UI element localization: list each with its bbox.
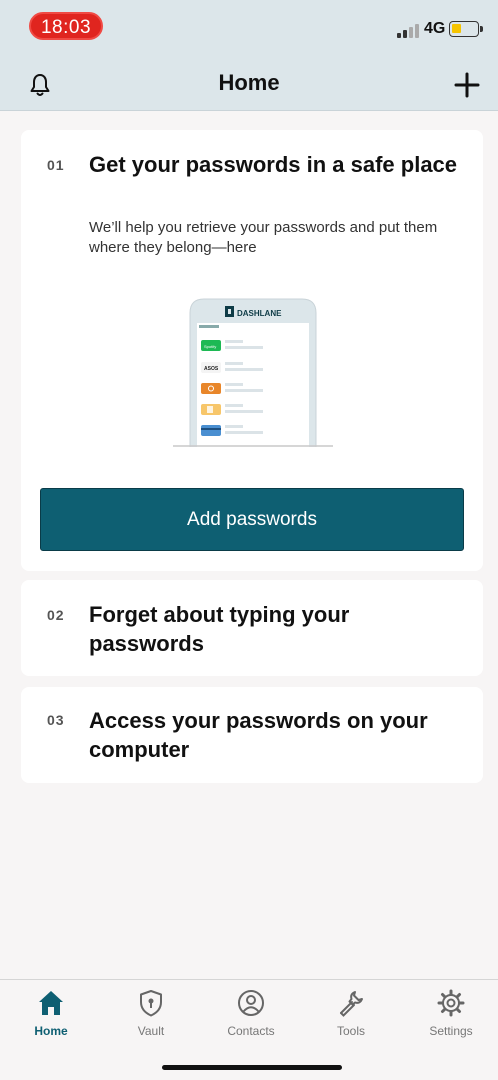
dashlane-phone-illustration: DASHLANE Spotify ASOS [173,298,333,447]
gear-icon [437,989,465,1017]
tab-label: Home [34,1024,68,1038]
step-number: 02 [47,607,65,623]
step-description: We’ll help you retrieve your passwords a… [89,219,438,256]
shield-icon [140,990,162,1017]
battery-icon [449,21,483,37]
step-title: Get your passwords in a safe place [89,152,458,177]
wrench-icon [340,991,363,1017]
tab-vault[interactable]: Vault [111,988,191,1038]
tab-label: Contacts [227,1024,275,1038]
illustration-item-asos: ASOS [204,366,219,372]
step-title: Access your passwords on your computer [89,708,428,762]
status-bar: 18:03 4G [0,0,498,56]
network-type: 4G [424,20,446,37]
signal-icon [397,22,421,38]
tab-label: Vault [137,1024,165,1038]
page-title: Home [218,70,280,95]
illustration-brand: DASHLANE [237,309,282,318]
step-card-1: 01 Get your passwords in a safe place We… [21,130,483,571]
illustration-item-spotify: Spotify [204,344,216,349]
step-card-2[interactable]: 02 Forget about typing your passwords [21,580,483,676]
step-card-3[interactable]: 03 Access your passwords on your compute… [21,687,483,783]
home-icon [39,991,63,1015]
tab-label: Settings [429,1024,473,1038]
tab-label: Tools [336,1024,365,1038]
tab-contacts[interactable]: Contacts [211,988,291,1038]
status-time: 18:03 [29,12,103,40]
tab-tools[interactable]: Tools [311,988,391,1038]
step-title: Forget about typing your passwords [89,602,350,656]
plus-icon[interactable] [454,72,480,98]
step-number: 03 [47,712,65,728]
add-passwords-button[interactable]: Add passwords [40,488,464,551]
home-indicator [162,1065,342,1070]
contact-icon [238,990,264,1016]
tab-home[interactable]: Home [11,988,91,1038]
top-nav-bar: Home [0,56,498,111]
tab-settings[interactable]: Settings [411,988,491,1038]
step-number: 01 [47,157,65,173]
